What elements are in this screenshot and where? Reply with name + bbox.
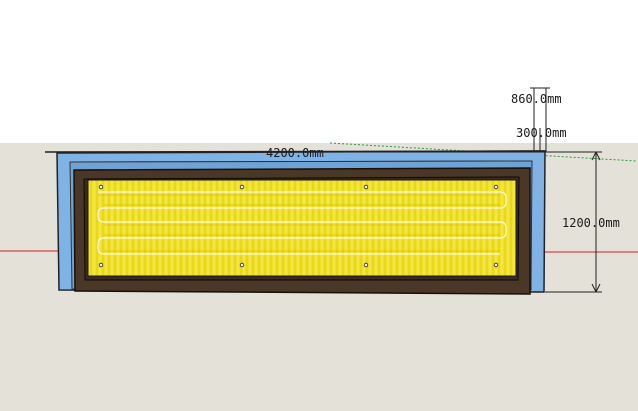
wall-thickness-label: 300.0mm [516,126,567,140]
bolt [239,262,245,268]
bolt [98,184,104,190]
bolt [493,184,499,190]
bolt [493,262,499,268]
bolt [239,184,245,190]
edge-offset-label: 860.0mm [511,92,562,106]
bolt [98,262,104,268]
bolt [363,184,369,190]
height-dimension-label: 1200.0mm [562,216,620,230]
sky-background [0,0,638,143]
bolt [363,262,369,268]
length-dimension-label: 4200.0mm [266,146,324,160]
sketchup-viewport[interactable]: 4200.0mm 860.0mm 300.0mm 1200.0mm [0,0,638,411]
heating-panel [87,179,517,277]
